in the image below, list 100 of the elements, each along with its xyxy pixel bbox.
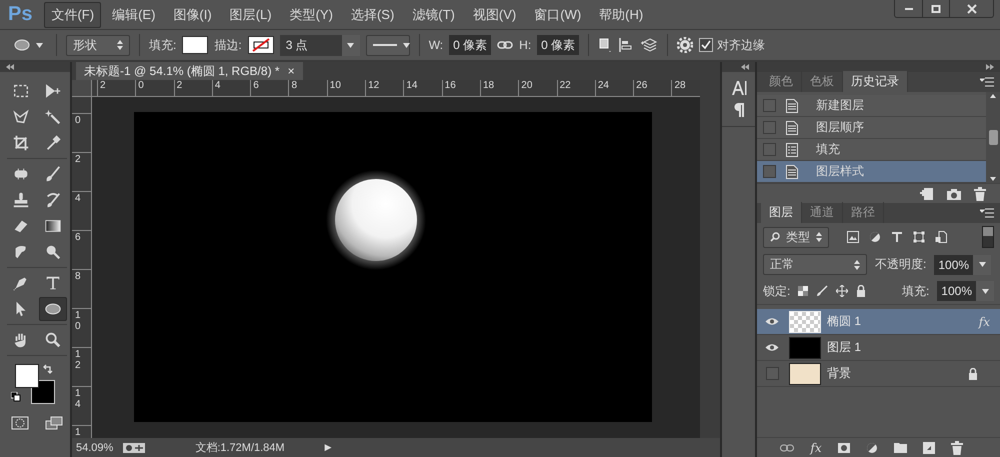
menu-item[interactable]: 文件(F) — [44, 2, 102, 28]
status-menu-button[interactable]: ▶ — [324, 442, 332, 453]
tool-preset-picker[interactable] — [14, 39, 43, 51]
menu-item[interactable]: 滤镜(T) — [405, 2, 462, 28]
panel-tab[interactable]: 图层 — [761, 202, 802, 223]
shape-filter-icon[interactable] — [913, 231, 925, 243]
panel-tab[interactable]: 通道 — [802, 202, 843, 223]
snapshot-checkbox[interactable] — [763, 165, 776, 178]
snapshot-checkbox[interactable] — [763, 99, 776, 112]
lock-move-icon[interactable] — [836, 285, 848, 297]
character-panel-icon[interactable] — [730, 80, 746, 96]
ruler-label: 12 — [75, 349, 82, 371]
menu-item[interactable]: 窗口(W) — [527, 2, 588, 28]
screen-mode-icon[interactable] — [45, 416, 63, 430]
history-item[interactable]: 图层顺序 — [757, 117, 986, 139]
snapshot-checkbox[interactable] — [763, 121, 776, 134]
lock-transparency-icon[interactable] — [798, 286, 808, 296]
paragraph-panel-icon[interactable] — [732, 102, 744, 118]
scrollbar[interactable] — [700, 97, 720, 438]
mode-dropdown[interactable]: 形状 — [66, 34, 130, 56]
effects-badge[interactable]: fx — [978, 314, 990, 328]
scrollbar-thumb[interactable] — [988, 130, 998, 145]
menu-item[interactable]: 图像(I) — [166, 2, 219, 28]
scroll-up-arrow-icon[interactable] — [990, 94, 996, 98]
panel-tab[interactable]: 路径 — [843, 202, 884, 223]
tool-button[interactable] — [39, 297, 67, 321]
trash-icon[interactable] — [974, 186, 986, 200]
fill-swatch[interactable] — [182, 36, 208, 54]
width-field[interactable]: 0 像素 — [449, 35, 492, 55]
menu-item[interactable]: 视图(V) — [466, 2, 524, 28]
scrollbar[interactable] — [986, 92, 1000, 183]
history-item[interactable]: 图层样式 — [757, 161, 986, 183]
eye-icon[interactable] — [765, 317, 779, 326]
snapshot-checkbox[interactable] — [763, 143, 776, 156]
brush-icon — [44, 165, 62, 183]
letter-t-icon — [44, 274, 62, 292]
default-colors-icon[interactable] — [11, 392, 21, 402]
collapse-arrows-icon[interactable] — [6, 64, 14, 70]
menu-item[interactable]: 编辑(E) — [105, 2, 162, 28]
ruler-label: 24 — [594, 80, 634, 96]
history-item[interactable]: 新建图层 — [757, 95, 986, 117]
ruler-label: 6 — [250, 80, 288, 96]
menu-item[interactable]: 帮助(H) — [592, 2, 650, 28]
link-layers-icon[interactable] — [780, 444, 794, 452]
new-layer-icon[interactable] — [922, 442, 935, 454]
fill-label: 填充: — [149, 36, 176, 54]
blend-mode-dropdown[interactable]: 正常 — [763, 254, 867, 275]
layer-row[interactable]: 背景 — [757, 361, 1000, 387]
document-tab[interactable]: 未标题-1 @ 54.1% (椭圆 1, RGB/8) * × — [76, 62, 303, 80]
new-document-from-state-icon[interactable] — [920, 186, 934, 200]
close-icon — [966, 4, 976, 14]
stroke-style-dropdown[interactable] — [366, 34, 410, 56]
adjustment-layer-icon[interactable] — [866, 442, 878, 454]
ruler-label: 20 — [518, 80, 557, 96]
settings-icon[interactable] — [677, 37, 694, 53]
lock-brush-icon[interactable] — [816, 285, 828, 297]
panel-menu-icon[interactable] — [980, 208, 994, 218]
layer-row[interactable]: 椭圆 1 fx — [757, 309, 1000, 335]
swap-arrows-icon[interactable] — [43, 364, 53, 374]
lock-all-icon[interactable] — [856, 285, 866, 297]
color-swatches-drawing[interactable] — [15, 364, 55, 404]
path-alignment-icon[interactable] — [618, 37, 634, 53]
trash-icon[interactable] — [950, 440, 963, 454]
document-icon — [786, 120, 798, 134]
tab-close-button[interactable]: × — [288, 64, 295, 78]
type-filter-icon[interactable] — [891, 231, 903, 243]
height-field[interactable]: 0 像素 — [537, 35, 580, 55]
menu-item[interactable]: 类型(Y) — [282, 2, 340, 28]
menu-item[interactable]: 选择(S) — [344, 2, 402, 28]
stroke-swatch[interactable] — [248, 36, 274, 54]
stroke-width-dropdown[interactable]: 3 点 — [280, 34, 360, 56]
filter-toggle[interactable] — [982, 226, 994, 248]
add-style-button[interactable]: fx — [810, 440, 822, 454]
panel-tab[interactable]: 颜色 — [761, 71, 802, 92]
width-label: W: — [428, 38, 444, 52]
smart-object-filter-icon[interactable] — [935, 231, 947, 243]
expand-arrows-icon[interactable] — [986, 64, 994, 70]
folder-icon[interactable] — [894, 442, 907, 453]
history-item[interactable]: 填充 — [757, 139, 986, 161]
adjustment-filter-icon[interactable] — [869, 231, 881, 243]
image-filter-icon[interactable] — [847, 231, 859, 243]
layer-row[interactable]: 图层 1 — [757, 335, 1000, 361]
camera-icon[interactable] — [946, 186, 962, 200]
link-icon[interactable] — [497, 40, 514, 50]
collapse-arrows-icon[interactable] — [741, 64, 749, 70]
eye-icon[interactable] — [765, 343, 779, 352]
ruler-label: 2 — [97, 80, 136, 96]
align-edges-checkbox[interactable] — [699, 38, 714, 52]
visibility-toggle[interactable] — [766, 367, 778, 380]
document-size: 文档:1.72M/1.84M — [195, 440, 285, 455]
stack-arrange-icon[interactable] — [640, 37, 658, 53]
panel-tab[interactable]: 历史记录 — [843, 71, 908, 92]
caret-icon — [36, 42, 43, 48]
filter-dropdown[interactable]: 类型 — [763, 226, 829, 248]
quick-mask-icon[interactable] — [11, 416, 29, 430]
status-options-icon[interactable] — [123, 442, 146, 452]
mask-icon[interactable] — [838, 442, 850, 452]
panel-menu-icon[interactable] — [980, 77, 994, 87]
menu-item[interactable]: 图层(L) — [222, 2, 279, 28]
scroll-down-arrow-icon[interactable] — [990, 177, 996, 181]
